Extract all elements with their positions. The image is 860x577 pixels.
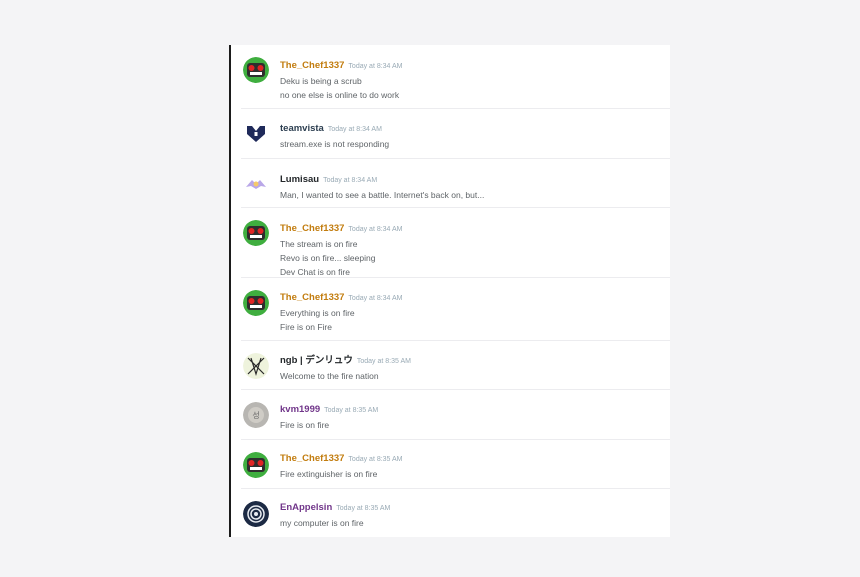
username[interactable]: Lumisau — [280, 174, 319, 185]
message-group: Lumisau Today at 8:34 AM Man, I wanted to… — [241, 159, 670, 208]
username[interactable]: The_Chef1337 — [280, 453, 344, 464]
message-text: Welcome to the fire nation — [280, 371, 379, 381]
shield-avatar-icon[interactable] — [243, 120, 269, 146]
username[interactable]: teamvista — [280, 123, 324, 134]
message-group: teamvista Today at 8:34 AM stream.exe is … — [241, 109, 670, 159]
timestamp: Today at 8:34 AM — [348, 63, 403, 70]
username[interactable]: The_Chef1337 — [280, 223, 344, 234]
creature-avatar-icon[interactable] — [243, 171, 269, 197]
message-text: my computer is on fire — [280, 518, 364, 528]
message-text: Revo is on fire... sleeping — [280, 253, 376, 263]
geometric-avatar-icon[interactable] — [243, 353, 269, 379]
spiral-avatar-icon[interactable] — [243, 501, 269, 527]
message-text: Fire is on Fire — [280, 322, 332, 332]
timestamp: Today at 8:34 AM — [327, 126, 382, 133]
message-group: 성 kvm1999 Today at 8:35 AM Fire is on fir… — [241, 390, 670, 440]
message-text: Dev Chat is on fire — [280, 267, 350, 277]
message-group: The_Chef1337 Today at 8:35 AM Fire exting… — [241, 440, 670, 489]
message-text: stream.exe is not responding — [280, 139, 390, 149]
message-text: The stream is on fire — [280, 239, 358, 249]
timestamp: Today at 8:35 AM — [336, 505, 391, 512]
message-text: Man, I wanted to see a battle. Internet'… — [280, 190, 485, 200]
chat-message-list: The_Chef1337 Today at 8:34 AM Deku is bei… — [229, 45, 670, 537]
timestamp: Today at 8:35 AM — [348, 456, 403, 463]
message-text: Fire extinguisher is on fire — [280, 469, 378, 479]
robot-avatar-icon[interactable] — [243, 452, 269, 478]
message-group: The_Chef1337 Today at 8:34 AM Everything … — [241, 278, 670, 341]
username[interactable]: The_Chef1337 — [280, 292, 344, 303]
timestamp: Today at 8:34 AM — [323, 177, 378, 184]
svg-text:성: 성 — [252, 411, 259, 420]
timestamp: Today at 8:34 AM — [348, 295, 403, 302]
robot-avatar-icon[interactable] — [243, 57, 269, 83]
timestamp: Today at 8:35 AM — [356, 358, 411, 365]
gray-avatar-icon[interactable]: 성 — [243, 402, 269, 428]
message-text: no one else is online to do work — [280, 90, 400, 100]
message-group: EnAppelsin Today at 8:35 AM my computer i… — [241, 489, 670, 537]
message-group: ngb | デンリュウ Today at 8:35 AM Welcome to t… — [241, 341, 670, 390]
message-text: Everything is on fire — [280, 308, 355, 318]
username[interactable]: EnAppelsin — [280, 502, 332, 513]
username[interactable]: kvm1999 — [280, 404, 320, 415]
message-group: The_Chef1337 Today at 8:34 AM The stream … — [241, 208, 670, 278]
timestamp: Today at 8:35 AM — [324, 407, 379, 414]
message-text: Deku is being a scrub — [280, 76, 362, 86]
robot-avatar-icon[interactable] — [243, 290, 269, 316]
username[interactable]: ngb | デンリュウ — [280, 355, 353, 366]
robot-avatar-icon[interactable] — [243, 220, 269, 246]
username[interactable]: The_Chef1337 — [280, 60, 344, 71]
message-text: Fire is on fire — [280, 420, 330, 430]
timestamp: Today at 8:34 AM — [348, 226, 403, 233]
message-group: The_Chef1337 Today at 8:34 AM Deku is bei… — [241, 45, 670, 109]
